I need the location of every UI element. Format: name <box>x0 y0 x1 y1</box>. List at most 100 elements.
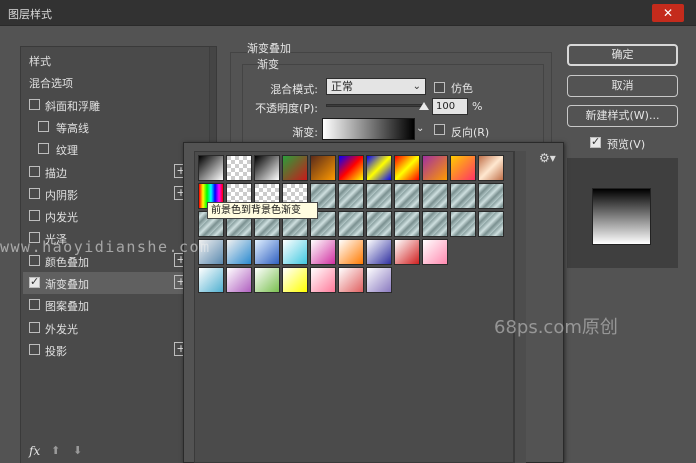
gradient-picker-scrollbar[interactable] <box>514 151 526 463</box>
cancel-button[interactable]: 取消 <box>567 75 678 97</box>
title-bar: 图层样式 ✕ <box>0 0 696 26</box>
move-down-icon[interactable]: ⬇ <box>73 444 82 457</box>
gradient-swatch[interactable] <box>254 155 280 181</box>
gradient-swatch[interactable] <box>282 267 308 293</box>
style-item[interactable]: 样式 <box>23 49 209 71</box>
gradient-swatch[interactable] <box>366 155 392 181</box>
style-item-checkbox[interactable] <box>38 143 49 155</box>
style-item[interactable]: 纹理 <box>23 138 209 160</box>
ok-button[interactable]: 确定 <box>567 44 678 66</box>
style-item-label: 图案叠加 <box>45 300 89 314</box>
gradient-swatch[interactable] <box>338 183 364 209</box>
style-item[interactable]: 等高线 <box>23 116 209 138</box>
opacity-input[interactable]: 100 <box>432 98 468 115</box>
dither-checkbox[interactable] <box>434 82 445 93</box>
style-item[interactable]: 外发光 <box>23 317 209 339</box>
gradient-swatch[interactable] <box>422 183 448 209</box>
gear-icon[interactable]: ⚙▾ <box>539 151 559 167</box>
gradient-swatch[interactable] <box>366 239 392 265</box>
style-preview-box <box>567 158 678 268</box>
fx-button[interactable]: fx <box>29 444 40 458</box>
gradient-picker-popup: ⚙▾ 前景色到背景色渐变 <box>183 142 564 463</box>
gradient-swatch[interactable] <box>366 183 392 209</box>
gradient-swatch[interactable] <box>478 155 504 181</box>
gradient-swatch[interactable] <box>338 239 364 265</box>
gradient-swatch[interactable] <box>338 211 364 237</box>
style-item-label: 等高线 <box>56 121 89 135</box>
gradient-tooltip: 前景色到背景色渐变 <box>207 202 318 219</box>
gradient-swatch[interactable] <box>198 267 224 293</box>
preview-label: 预览(V) <box>607 138 646 151</box>
gradient-swatch[interactable] <box>422 211 448 237</box>
style-item[interactable]: 描边 + <box>23 161 209 183</box>
gradient-swatch[interactable] <box>366 211 392 237</box>
gradient-swatch[interactable] <box>394 155 420 181</box>
gradient-swatch[interactable] <box>450 155 476 181</box>
gradient-swatch[interactable] <box>254 239 280 265</box>
style-item-checkbox[interactable] <box>29 343 40 355</box>
gradient-swatch[interactable] <box>422 155 448 181</box>
opacity-label: 不透明度(P): <box>255 102 318 115</box>
style-item-label: 投影 <box>45 344 67 358</box>
gradient-swatch[interactable] <box>198 155 224 181</box>
opacity-slider-thumb[interactable] <box>419 102 429 110</box>
style-item-label: 颜色叠加 <box>45 255 89 269</box>
style-item-checkbox[interactable] <box>29 210 40 222</box>
gradient-swatch[interactable] <box>282 239 308 265</box>
style-item-checkbox[interactable] <box>29 187 40 199</box>
gradient-swatch[interactable] <box>226 239 252 265</box>
style-item[interactable]: 内阴影 + <box>23 183 209 205</box>
gradient-swatch[interactable] <box>478 183 504 209</box>
reverse-checkbox[interactable] <box>434 124 445 135</box>
preview-checkbox[interactable] <box>590 135 601 148</box>
gradient-swatch[interactable] <box>338 267 364 293</box>
gradient-swatch[interactable] <box>422 239 448 265</box>
gradient-dropdown-icon[interactable]: ⌄ <box>416 118 428 140</box>
gradient-swatch[interactable] <box>226 155 252 181</box>
gradient-swatch[interactable] <box>450 211 476 237</box>
gradient-swatch-grid <box>194 151 514 463</box>
gradient-swatch[interactable] <box>310 155 336 181</box>
style-item-checkbox[interactable] <box>29 98 40 110</box>
close-icon[interactable]: ✕ <box>663 6 673 20</box>
style-item-label: 内发光 <box>45 211 78 225</box>
blend-mode-value: 正常 <box>331 80 353 93</box>
style-item-label: 外发光 <box>45 322 78 336</box>
gradient-swatch[interactable] <box>478 211 504 237</box>
style-item[interactable]: 渐变叠加+ <box>23 272 209 294</box>
style-item[interactable]: 图案叠加 <box>23 294 209 316</box>
opacity-slider[interactable] <box>326 104 426 107</box>
style-item-label: 样式 <box>29 55 51 68</box>
gradient-swatch[interactable] <box>394 211 420 237</box>
gradient-swatch[interactable] <box>282 155 308 181</box>
style-item-checkbox[interactable] <box>29 275 40 288</box>
style-item-checkbox[interactable] <box>29 321 40 333</box>
gradient-swatch[interactable] <box>254 267 280 293</box>
style-item[interactable]: 斜面和浮雕 <box>23 94 209 116</box>
style-item[interactable]: 投影 + <box>23 339 209 361</box>
gradient-swatch[interactable] <box>450 183 476 209</box>
gradient-swatch[interactable] <box>338 155 364 181</box>
dither-label: 仿色 <box>451 82 473 95</box>
gradient-swatch[interactable] <box>394 239 420 265</box>
close-button[interactable]: ✕ <box>652 4 684 22</box>
style-item[interactable]: 内发光 <box>23 205 209 227</box>
style-item-checkbox[interactable] <box>29 165 40 177</box>
gradient-preview[interactable] <box>322 118 415 140</box>
gradient-swatch[interactable] <box>226 267 252 293</box>
style-item-checkbox[interactable] <box>38 120 49 132</box>
gradient-label: 渐变: <box>292 126 318 139</box>
blend-mode-select[interactable]: 正常 ⌄ <box>326 78 426 95</box>
style-item[interactable]: 混合选项 <box>23 71 209 93</box>
new-style-button[interactable]: 新建样式(W)... <box>567 105 678 127</box>
style-item-checkbox[interactable] <box>29 299 40 311</box>
move-up-icon[interactable]: ⬆ <box>51 444 60 457</box>
gradient-swatch[interactable] <box>310 267 336 293</box>
gradient-swatch[interactable] <box>310 239 336 265</box>
style-item-checkbox[interactable] <box>29 254 40 266</box>
gradient-swatch[interactable] <box>366 267 392 293</box>
gradient-swatch[interactable] <box>394 183 420 209</box>
style-item-label: 描边 <box>45 166 67 180</box>
blend-mode-label: 混合模式: <box>270 83 318 96</box>
gradient-group-title: 渐变 <box>257 58 279 71</box>
